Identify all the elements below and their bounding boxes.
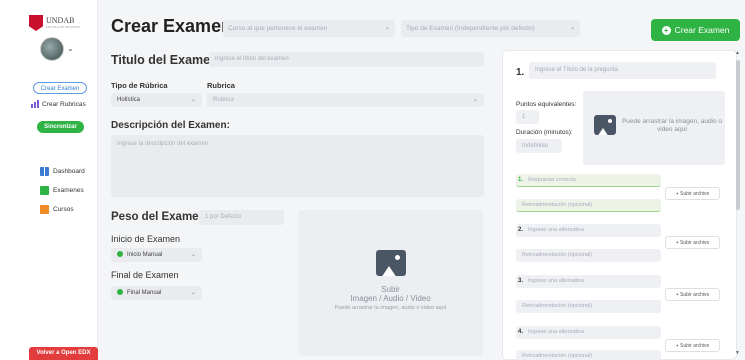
sidebar-item-cursos[interactable]: Cursos (40, 205, 74, 214)
peso-input[interactable]: 1 por Defecto (199, 210, 284, 225)
rubrica-select[interactable]: Rubrica ⌄ (207, 93, 484, 107)
final-select[interactable]: Final Manual ⌄ (111, 286, 202, 300)
alternative-number: 3. (518, 278, 524, 284)
image-icon (594, 115, 616, 135)
logo: UNDAB ESCUELA DE NEGOCIOS (29, 13, 83, 33)
alternative-placeholder: Respuesta correcta (528, 177, 576, 183)
question-number: 1. (516, 67, 525, 78)
logo-text: UNDAB (46, 16, 75, 25)
crear-rubricas-label: Crear Rubricas (42, 100, 86, 108)
crear-examen-button[interactable]: + Crear Examen (651, 19, 740, 41)
alternative-input[interactable]: Respuesta correcta (516, 174, 661, 187)
alternative-placeholder: Ingrese una alternativa (528, 227, 584, 233)
question-title-input[interactable]: Ingrese el Título de la pregunta (529, 62, 716, 79)
inicio-select[interactable]: Inicio Manual ⌄ (111, 248, 202, 262)
scroll-up-icon[interactable]: ▲ (735, 50, 740, 56)
logo-mark-icon (29, 15, 43, 31)
media-hint: Puede arrastrar la imagen, audio o video… (621, 118, 723, 134)
chevron-down-icon: ⌄ (384, 25, 390, 31)
chevron-down-icon: ⌄ (472, 97, 478, 103)
subir-archivo-button[interactable]: + Subir archivo (665, 236, 720, 249)
descripcion-textarea[interactable]: Ingrese la descripción del examen (111, 135, 484, 197)
subir-archivo-button[interactable]: + Subir archivo (665, 187, 720, 200)
avatar[interactable] (40, 37, 64, 61)
chevron-down-icon: ⌄ (569, 25, 575, 31)
duracion-input[interactable]: Indefinido (516, 139, 562, 153)
dashboard-icon (40, 167, 49, 176)
page-title: Crear Examen (111, 16, 233, 36)
course-select-placeholder: Curso al que pertenece el examen (228, 25, 328, 32)
puntos-label: Puntos equivalentes: (516, 101, 577, 108)
feedback-input[interactable]: Retroalimentación (opcional) (516, 199, 661, 212)
titulo-input[interactable]: Ingrese el título del examen (209, 52, 484, 67)
exam-type-select[interactable]: Tipo de Examen (Independiente por defect… (401, 20, 580, 37)
status-dot-icon (117, 251, 123, 257)
chevron-down-icon: ⌄ (190, 252, 196, 258)
alternative-placeholder: Ingrese una alternativa (528, 278, 584, 284)
alternative-number: 4. (518, 329, 524, 335)
scrollbar-thumb[interactable] (736, 60, 740, 210)
sidebar-item-label: Dashboard (53, 168, 85, 175)
alternative-input[interactable]: Ingrese una alternativa (516, 224, 661, 237)
alternative-placeholder: Ingrese una alternativa (528, 329, 584, 335)
document-icon (40, 186, 49, 195)
inicio-value: Inicio Manual (127, 252, 163, 258)
upload-types: Imagen / Audio / Video (350, 294, 431, 304)
rubrica-label: Rubrica (207, 81, 235, 90)
alternative-input[interactable]: Ingrese una alternativa (516, 275, 661, 288)
alternative-input[interactable]: Ingrese una alternativa (516, 326, 661, 339)
alternative-number: 2. (518, 227, 524, 233)
plus-circle-icon: + (661, 25, 671, 35)
sidebar-item-dashboard[interactable]: Dashboard (40, 167, 85, 176)
subir-archivo-button[interactable]: + Subir archivo (665, 339, 720, 352)
upload-title: Subir (381, 285, 400, 294)
inicio-label: Inicio de Examen (111, 234, 181, 244)
media-upload-dropzone[interactable]: Subir Imagen / Audio / Video Puede arras… (298, 210, 483, 356)
duracion-label: Duración (minutos): (516, 129, 573, 136)
scroll-down-icon[interactable]: ▼ (735, 350, 740, 356)
feedback-input[interactable]: Retroalimentación (opcional) (516, 350, 661, 360)
titulo-label: Titulo del Examen: (111, 53, 222, 67)
crear-rubricas-nav-item[interactable]: Crear Rubricas (31, 100, 86, 108)
exam-type-placeholder: Tipo de Examen (Independiente por defect… (406, 25, 535, 32)
status-dot-icon (117, 289, 123, 295)
tipo-rubrica-label: Tipo de Rúbrica (111, 81, 168, 90)
tipo-rubrica-select[interactable]: Holística ⌄ (111, 93, 202, 107)
rubrica-value: Rubrica (213, 97, 234, 103)
sidebar-item-examenes[interactable]: Examenes (40, 186, 84, 195)
peso-label: Peso del Examen: (111, 211, 210, 223)
scrollbar[interactable]: ▲ ▼ (734, 46, 742, 360)
bar-chart-icon (31, 100, 39, 108)
feedback-input[interactable]: Retroalimentación (opcional) (516, 249, 661, 262)
sidebar-item-label: Cursos (53, 206, 74, 213)
upload-hint: Puede arrastrar la imagen, audio o video… (334, 305, 447, 312)
final-label: Final de Examen (111, 270, 179, 280)
course-select[interactable]: Curso al que pertenece el examen ⌄ (223, 20, 395, 37)
sincronizar-button[interactable]: Sincronizar (37, 121, 84, 133)
sidebar-item-label: Examenes (53, 187, 84, 194)
crear-examen-label: Crear Examen (674, 25, 730, 35)
question-media-dropzone[interactable]: Puede arrastrar la imagen, audio o video… (583, 91, 725, 165)
subir-archivo-button[interactable]: + Subir archivo (665, 288, 720, 301)
chevron-down-icon[interactable]: ⌄ (67, 44, 74, 53)
crear-examen-nav-button[interactable]: Crear Examen (33, 82, 87, 94)
sidebar: UNDAB ESCUELA DE NEGOCIOS ⌄ Crear Examen… (0, 0, 98, 360)
final-value: Final Manual (127, 290, 162, 296)
tipo-rubrica-value: Holística (117, 97, 141, 103)
descripcion-label: Descripción del Examen: (111, 120, 230, 131)
logo-subtitle: ESCUELA DE NEGOCIOS (46, 25, 81, 29)
feedback-input[interactable]: Retroalimentación (opcional) (516, 300, 661, 313)
alternative-number: 1. (518, 177, 524, 183)
puntos-input[interactable]: 1 (516, 110, 539, 124)
courses-icon (40, 205, 49, 214)
image-icon (375, 250, 406, 276)
open-edx-button[interactable]: Volver a Open EDX (29, 347, 98, 360)
chevron-down-icon: ⌄ (190, 97, 196, 103)
chevron-down-icon: ⌄ (190, 290, 196, 296)
